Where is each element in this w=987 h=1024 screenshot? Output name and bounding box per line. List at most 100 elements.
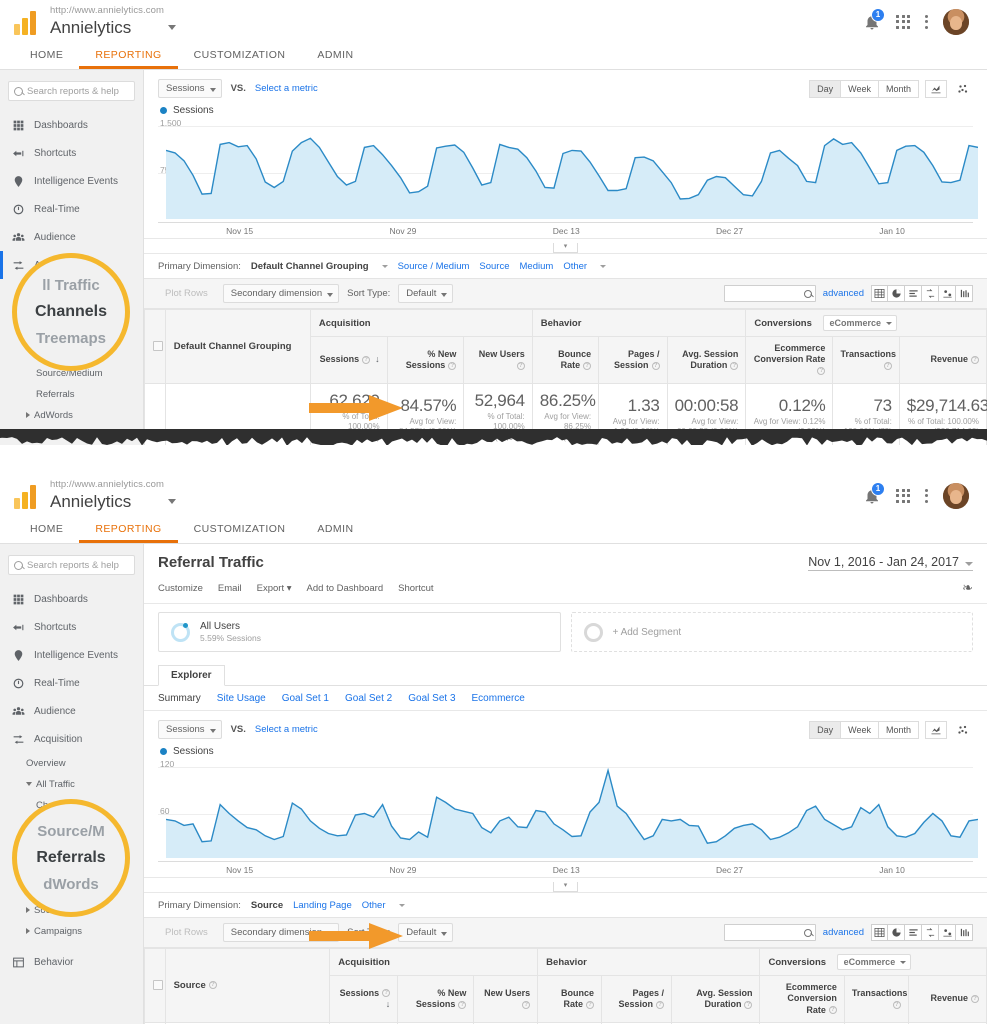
- view-comparison-icon[interactable]: [922, 924, 939, 941]
- nav-tab-admin[interactable]: ADMIN: [301, 43, 369, 69]
- export-button[interactable]: Export ▾: [257, 583, 292, 594]
- apps-grid-icon[interactable]: [896, 15, 910, 29]
- select-all-checkbox[interactable]: [153, 341, 163, 351]
- nav-tab-reporting[interactable]: REPORTING: [79, 517, 177, 543]
- nav-tab-home[interactable]: HOME: [14, 517, 79, 543]
- view-performance-icon[interactable]: [905, 285, 922, 302]
- select-a-metric-link[interactable]: Select a metric: [255, 83, 318, 94]
- sort-type-select[interactable]: Default: [398, 284, 453, 303]
- advanced-link[interactable]: advanced: [823, 927, 864, 938]
- sidebar-item-real-time[interactable]: Real-Time: [0, 669, 143, 697]
- advanced-link[interactable]: advanced: [823, 288, 864, 299]
- account-selector[interactable]: http://www.annielytics.com Annielytics: [50, 479, 176, 512]
- table-search-input[interactable]: [724, 924, 816, 941]
- col-ecommerce-conversion-rate[interactable]: Ecommerce Conversion Rate?: [760, 976, 844, 1023]
- sidebar-item-intelligence-events[interactable]: Intelligence Events: [0, 641, 143, 669]
- select-all-checkbox[interactable]: [153, 980, 163, 990]
- segment-all-users[interactable]: All Users 5.59% Sessions: [158, 612, 561, 652]
- sidebar-item-shortcuts[interactable]: Shortcuts: [0, 613, 143, 641]
- notifications-bell-icon[interactable]: 1: [863, 13, 881, 31]
- subtab-goal-set-1[interactable]: Goal Set 1: [282, 693, 329, 704]
- dimension-link-other[interactable]: Other: [563, 261, 587, 272]
- nav-tab-customization[interactable]: CUSTOMIZATION: [178, 517, 302, 543]
- view-pivot-icon[interactable]: [939, 285, 956, 302]
- view-bar-icon[interactable]: [956, 924, 973, 941]
- chevron-down-icon[interactable]: [168, 499, 176, 504]
- view-pie-icon[interactable]: [888, 924, 905, 941]
- granularity-week[interactable]: Week: [841, 80, 879, 98]
- nav-tab-customization[interactable]: CUSTOMIZATION: [178, 43, 302, 69]
- select-a-metric-link[interactable]: Select a metric: [255, 724, 318, 735]
- col-revenue[interactable]: Revenue?: [908, 976, 986, 1023]
- chart-type-line-icon[interactable]: [925, 80, 947, 98]
- notifications-bell-icon[interactable]: 1: [863, 487, 881, 505]
- save-icon[interactable]: ❧: [962, 580, 973, 596]
- col-new-users[interactable]: New Users?: [464, 337, 532, 384]
- nav-tab-admin[interactable]: ADMIN: [301, 517, 369, 543]
- col-avg-session-duration[interactable]: Avg. Session Duration?: [671, 976, 760, 1023]
- granularity-week[interactable]: Week: [841, 721, 879, 739]
- view-bar-icon[interactable]: [956, 285, 973, 302]
- chevron-down-icon[interactable]: [168, 25, 176, 30]
- sidebar-item-audience[interactable]: Audience: [0, 223, 143, 251]
- subtab-summary[interactable]: Summary: [158, 693, 201, 704]
- col-bounce-rate[interactable]: Bounce Rate?: [538, 976, 602, 1023]
- sidebar-item-intelligence-events[interactable]: Intelligence Events: [0, 167, 143, 195]
- col-revenue[interactable]: Revenue?: [899, 337, 986, 384]
- view-comparison-icon[interactable]: [922, 285, 939, 302]
- sidebar-item-audience[interactable]: Audience: [0, 697, 143, 725]
- chart-type-scatter-icon[interactable]: [953, 81, 973, 97]
- date-range-picker[interactable]: Nov 1, 2016 - Jan 24, 2017: [808, 555, 973, 571]
- subtab-goal-set-2[interactable]: Goal Set 2: [345, 693, 392, 704]
- conversions-select[interactable]: eCommerce: [837, 954, 912, 970]
- col-bounce-rate[interactable]: Bounce Rate?: [532, 337, 598, 384]
- apps-grid-icon[interactable]: [896, 489, 910, 503]
- chart-resize-handle[interactable]: ▾: [144, 238, 987, 253]
- account-selector[interactable]: http://www.annielytics.com Annielytics: [50, 5, 176, 38]
- subnav-item-overview[interactable]: Overview: [26, 753, 143, 774]
- search-input[interactable]: Search reports & help: [8, 555, 135, 575]
- dimension-link-other[interactable]: Other: [362, 900, 386, 911]
- col-transactions[interactable]: Transactions?: [833, 337, 899, 384]
- granularity-month[interactable]: Month: [879, 721, 919, 739]
- dimension-link-source[interactable]: Source: [479, 261, 509, 272]
- view-pie-icon[interactable]: [888, 285, 905, 302]
- sort-type-select[interactable]: Default: [398, 923, 453, 942]
- secondary-dimension-select[interactable]: Secondary dimension: [223, 284, 339, 303]
- table-search-input[interactable]: [724, 285, 816, 302]
- chart-type-scatter-icon[interactable]: [953, 722, 973, 738]
- chart-resize-handle-2[interactable]: ▾: [144, 877, 987, 892]
- email-button[interactable]: Email: [218, 583, 242, 594]
- subnav-item-all-traffic[interactable]: All Traffic: [26, 774, 143, 795]
- primary-dimension-value[interactable]: Source: [251, 900, 283, 911]
- tab-explorer[interactable]: Explorer: [158, 665, 225, 686]
- view-performance-icon[interactable]: [905, 924, 922, 941]
- customize-button[interactable]: Customize: [158, 583, 203, 594]
- col-pages-session[interactable]: Pages / Session?: [599, 337, 667, 384]
- nav-tab-home[interactable]: HOME: [14, 43, 79, 69]
- chart-type-line-icon[interactable]: [925, 721, 947, 739]
- col-new-users[interactable]: New Users?: [474, 976, 538, 1023]
- col-avg-session-duration[interactable]: Avg. Session Duration?: [667, 337, 746, 384]
- col-ecommerce-conversion-rate[interactable]: Ecommerce Conversion Rate?: [746, 337, 833, 384]
- avatar[interactable]: [943, 9, 969, 35]
- search-input[interactable]: Search reports & help: [8, 81, 135, 101]
- sidebar-item-behavior[interactable]: Behavior: [0, 948, 143, 976]
- dimension-link-landing-page[interactable]: Landing Page: [293, 900, 352, 911]
- sidebar-item-dashboards[interactable]: Dashboards: [0, 111, 143, 139]
- primary-dimension-value[interactable]: Default Channel Grouping: [251, 261, 369, 272]
- dimension-link-source-medium[interactable]: Source / Medium: [398, 261, 470, 272]
- subnav-item-referrals[interactable]: Referrals: [26, 384, 143, 405]
- col-new-sessions-pct[interactable]: % New Sessions?: [387, 337, 464, 384]
- col-new-sessions-pct[interactable]: % New Sessions?: [398, 976, 474, 1023]
- sidebar-item-shortcuts[interactable]: Shortcuts: [0, 139, 143, 167]
- subtab-site-usage[interactable]: Site Usage: [217, 693, 266, 704]
- sidebar-item-real-time[interactable]: Real-Time: [0, 195, 143, 223]
- plot-rows-button[interactable]: Plot Rows: [158, 924, 215, 941]
- plot-rows-button[interactable]: Plot Rows: [158, 285, 215, 302]
- more-options-icon[interactable]: [925, 15, 928, 29]
- nav-tab-reporting[interactable]: REPORTING: [79, 43, 177, 69]
- granularity-day[interactable]: Day: [809, 721, 841, 739]
- col-sessions[interactable]: Sessions?↓: [330, 976, 398, 1023]
- col-pages-session[interactable]: Pages / Session?: [601, 976, 671, 1023]
